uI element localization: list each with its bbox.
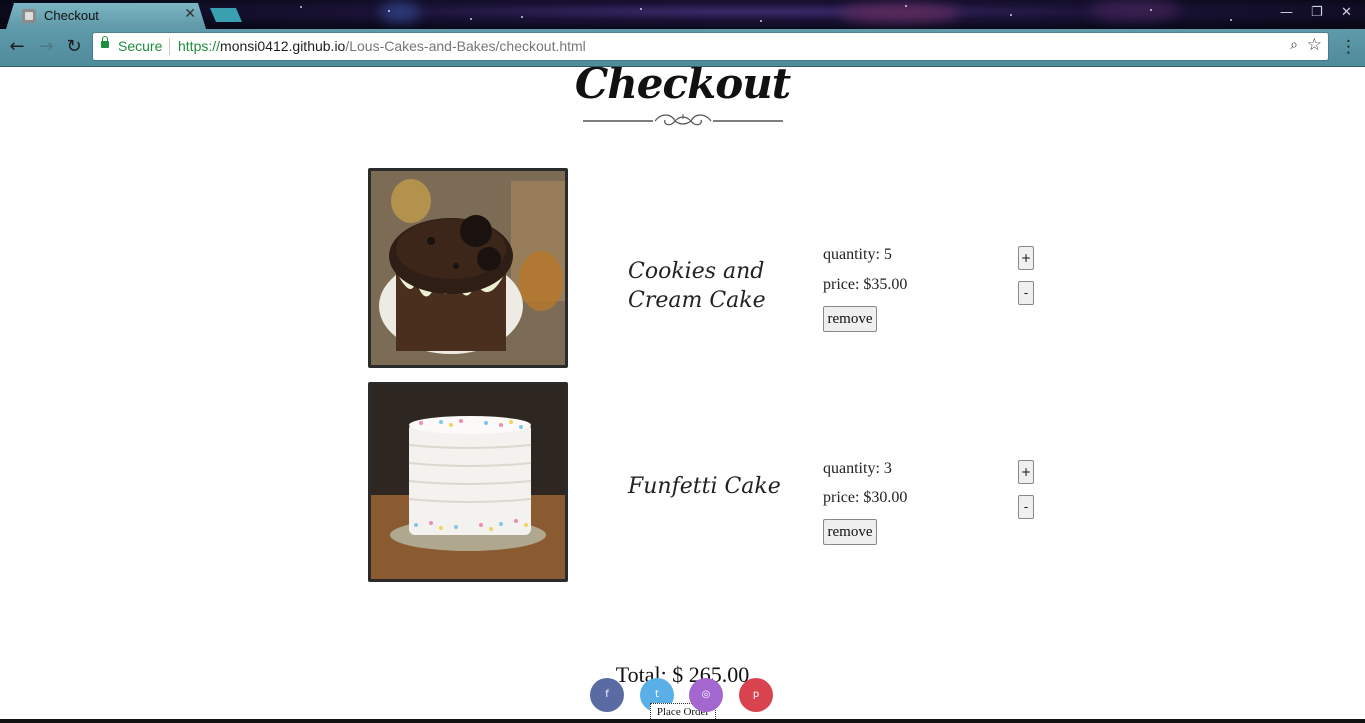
increase-quantity-button[interactable]: + <box>1018 246 1034 270</box>
page-content: Checkout Cookies and Cream Cake quantity… <box>0 67 1365 723</box>
favicon-icon <box>22 9 36 23</box>
browser-toolbar: ← → ↻ Secure https://monsi0412.github.io… <box>0 29 1365 67</box>
address-bar[interactable]: Secure https://monsi0412.github.io/Lous-… <box>93 33 1328 60</box>
item-price: price: $35.00 <box>823 276 908 293</box>
remove-button[interactable]: remove <box>823 306 877 332</box>
cake-photo-illustration <box>371 385 565 579</box>
reload-icon[interactable]: ↻ <box>63 36 85 58</box>
window-close-icon[interactable]: ✕ <box>1341 5 1352 20</box>
page-bottom-border <box>0 719 1365 723</box>
heading-flourish <box>583 114 783 126</box>
new-tab-button[interactable] <box>210 8 242 22</box>
pinterest-icon[interactable]: p <box>739 678 773 712</box>
secure-label: Secure <box>118 38 163 54</box>
facebook-icon[interactable]: f <box>590 678 624 712</box>
restore-icon[interactable]: ❐ <box>1311 5 1323 20</box>
decrease-quantity-button[interactable]: - <box>1018 495 1034 519</box>
item-price: price: $30.00 <box>823 489 908 506</box>
tab-close-icon[interactable]: ✕ <box>184 6 196 22</box>
item-name: Funfetti Cake <box>628 474 781 499</box>
lock-icon <box>101 36 109 48</box>
instagram-icon[interactable]: ◎ <box>689 678 723 712</box>
cart-item: Cookies and Cream Cake quantity: 5 price… <box>368 168 1068 368</box>
browser-tab-checkout[interactable]: Checkout ✕ <box>6 3 206 29</box>
cake-photo-illustration <box>371 171 565 365</box>
url-scheme: https:// <box>178 38 221 54</box>
cookies-cream-cake-image <box>368 168 568 368</box>
back-arrow-icon[interactable]: ← <box>6 36 28 58</box>
zoom-icon[interactable]: ⌕ <box>1290 37 1298 53</box>
item-name: Cookies and Cream Cake <box>628 259 766 313</box>
minimize-icon[interactable]: — <box>1280 5 1293 20</box>
order-total: Total: $ 265.00 <box>615 662 750 687</box>
increase-quantity-button[interactable]: + <box>1018 460 1034 484</box>
decrease-quantity-button[interactable]: - <box>1018 281 1034 305</box>
cart-item: Funfetti Cake quantity: 3 price: $30.00 … <box>368 382 1068 582</box>
bookmark-star-icon[interactable]: ☆ <box>1307 35 1322 55</box>
browser-menu-icon[interactable]: ⋮ <box>1340 37 1357 57</box>
url-path: /Lous-Cakes-and-Bakes/checkout.html <box>345 38 586 54</box>
url-host: monsi0412.github.io <box>220 38 346 54</box>
remove-button[interactable]: remove <box>823 519 877 545</box>
browser-titlebar: Checkout ✕ — ❐ ✕ <box>0 0 1365 29</box>
funfetti-cake-image <box>368 382 568 582</box>
page-title: Checkout <box>574 67 791 108</box>
item-quantity: quantity: 5 <box>823 246 892 263</box>
forward-arrow-icon[interactable]: → <box>35 36 57 58</box>
tab-title: Checkout <box>44 8 99 23</box>
address-separator <box>169 38 170 55</box>
url-text[interactable]: https://monsi0412.github.io/Lous-Cakes-a… <box>178 38 586 54</box>
item-quantity: quantity: 3 <box>823 460 892 477</box>
